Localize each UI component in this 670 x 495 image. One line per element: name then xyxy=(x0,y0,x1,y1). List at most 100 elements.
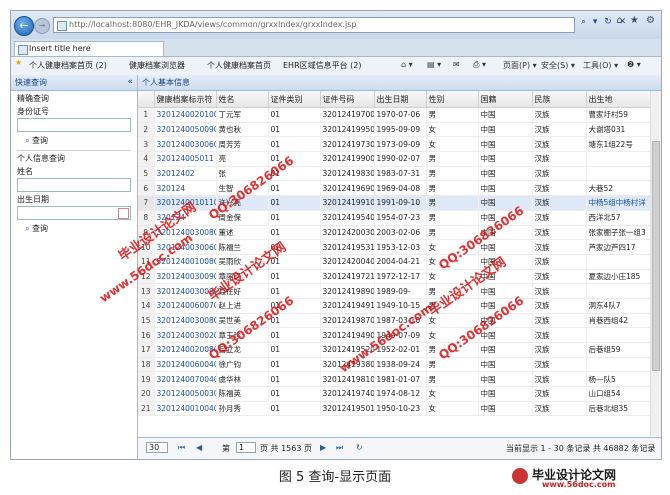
name-input[interactable] xyxy=(17,178,131,192)
table-cell: 3201241950102 xyxy=(320,401,375,417)
table-row[interactable]: 203201240050030171陈福英0132012419740811974… xyxy=(138,386,651,402)
page-size-select[interactable]: 30 xyxy=(146,442,168,453)
row-number: 14 xyxy=(138,298,155,314)
table-row[interactable]: 93201240030080247董述0132012420030202003-0… xyxy=(138,225,651,241)
table-row[interactable]: 113201240010080094吴雨欣0132012420040422004… xyxy=(138,254,651,270)
table-cell: 芦家边芦四17 xyxy=(586,239,651,255)
record-id-link[interactable]: 3201240030090265 xyxy=(154,269,217,285)
record-id-link[interactable]: 3201240060040118 xyxy=(154,357,217,373)
favorite-link[interactable]: 个人健康档案首页 (2) xyxy=(29,60,107,71)
column-header[interactable]: 证件号码 xyxy=(320,91,375,108)
favorite-link[interactable]: 个人健康档案首页 xyxy=(207,60,271,71)
record-id-link[interactable]: 3201240060070305 xyxy=(154,298,217,314)
menu-safety[interactable]: 安全(S) ▾ xyxy=(541,60,575,71)
table-row[interactable]: 4320124005011亮0132012419900201990-02-07男… xyxy=(138,151,651,167)
table-cell: 大巷52 xyxy=(586,180,651,197)
row-number: 18 xyxy=(138,357,155,373)
table-row[interactable]: 193201240070040181虞华林0132012419810101981… xyxy=(138,371,651,388)
record-id-link[interactable]: 3201240070040181 xyxy=(154,371,217,388)
record-id-link[interactable]: 3201240030060103 xyxy=(154,136,217,153)
quick-search-panel: 快速查询 « 精确查询 身份证号 ⌕ 查询 个人信息查询 姓名 出生日期 ⌕ 查… xyxy=(11,75,138,459)
record-id-link[interactable]: 3201240030020010 xyxy=(154,327,217,343)
home-icon[interactable]: ⌂ ▾ xyxy=(401,60,413,69)
table-row[interactable]: 23201240050090093黄也秋0132012419950901995-… xyxy=(138,122,651,138)
pagination-bar: 30 ⏮ ◀ 第 1 页 共 1563 页 ▶ ⏭ ↻ 当前显示 1 - 30 … xyxy=(138,437,661,459)
row-number: 2 xyxy=(138,122,155,138)
feeds-icon[interactable]: ▤ ▾ xyxy=(427,60,441,69)
page-total: 页 共 1563 页 xyxy=(260,444,312,453)
record-id-link[interactable]: 3201240050030171 xyxy=(154,386,217,402)
mail-icon[interactable]: ✉ xyxy=(453,60,460,69)
column-header[interactable]: 证件类别 xyxy=(268,91,321,108)
column-header[interactable]: 民族 xyxy=(532,91,587,108)
table-cell: 女 xyxy=(426,386,479,402)
column-header[interactable]: 出生日期 xyxy=(374,91,427,108)
table-cell: 女 xyxy=(426,401,479,417)
favorite-link[interactable]: EHR区域信息平台 (2) xyxy=(283,60,362,71)
table-cell: 大谢塔031 xyxy=(586,122,651,138)
column-header[interactable]: 健康档案标示符 xyxy=(154,91,217,108)
table-row[interactable]: 13201240020100371丁元军0132012419700701970-… xyxy=(138,107,651,123)
refresh-icon[interactable]: ↻ xyxy=(356,443,363,452)
row-number: 20 xyxy=(138,386,155,402)
table-cell: 3201241949101 xyxy=(320,298,375,314)
vertical-scrollbar[interactable] xyxy=(650,91,661,436)
table-cell: 汉族 xyxy=(532,401,587,417)
menu-page[interactable]: 页面(P) ▾ xyxy=(503,60,537,71)
table-row[interactable]: 33201240030060103周芳芳0132012419730901973-… xyxy=(138,136,651,153)
tab-insert-title[interactable]: Insert title here xyxy=(14,41,164,56)
favorite-link[interactable]: 健康档案浏览器 xyxy=(129,60,185,71)
table-row[interactable]: 103201240030060093陈福兰0132012419531201953… xyxy=(138,239,651,255)
table-cell: 中国 xyxy=(478,136,533,153)
help-icon[interactable]: ❷ ▾ xyxy=(627,60,641,69)
collapse-icon[interactable]: « xyxy=(127,75,133,90)
record-id-link[interactable]: 3201240020100371 xyxy=(154,107,217,123)
forward-button[interactable]: → xyxy=(34,18,50,34)
favorites-star-icon[interactable]: ★ xyxy=(15,58,22,67)
main-header: 个人基本信息 xyxy=(138,75,661,91)
record-id-link[interactable]: 32012402 xyxy=(154,166,217,182)
page-label: 第 xyxy=(222,444,230,453)
query-button[interactable]: ⌕ 查询 xyxy=(25,135,137,146)
table-cell: 中国 xyxy=(478,166,533,182)
table-cell: 1970-07-06 xyxy=(374,107,427,123)
birth-date-input[interactable] xyxy=(17,206,131,220)
table-cell: 01 xyxy=(268,327,321,343)
column-header[interactable]: 国籍 xyxy=(478,91,533,108)
column-header[interactable]: 出生地 xyxy=(586,91,651,108)
query-button-2[interactable]: ⌕ 查询 xyxy=(25,223,137,234)
table-row[interactable]: 213201240010040103孙月秀0132012419501021950… xyxy=(138,401,651,417)
table-cell: 01 xyxy=(268,122,321,138)
tab-bar: Insert title here xyxy=(11,39,661,57)
table-cell: 中国 xyxy=(478,195,533,211)
table-row[interactable]: 532012402张0132012419830731983-07-31男中国汉族 xyxy=(138,166,651,182)
calendar-icon[interactable] xyxy=(118,208,129,219)
scroll-thumb[interactable] xyxy=(652,141,660,371)
table-cell: 中国 xyxy=(478,180,533,197)
menu-tools[interactable]: 工具(O) ▾ xyxy=(583,60,618,71)
last-page-icon[interactable]: ⏭ xyxy=(336,443,343,453)
record-id-link[interactable]: 3201240050090093 xyxy=(154,122,217,138)
first-page-icon[interactable]: ⏮ xyxy=(178,443,185,453)
table-row[interactable]: 6320124生智0132012419690401969-04-08男中国汉族大… xyxy=(138,180,651,197)
url-input[interactable]: http://localhost:8080/EHR_JKDA/views/com… xyxy=(53,17,575,33)
record-id-link[interactable]: 320124005011 xyxy=(154,151,217,167)
page-number-input[interactable]: 1 xyxy=(236,442,256,453)
record-id-link[interactable]: 320124 xyxy=(154,180,217,197)
print-icon[interactable]: ⎙ ▾ xyxy=(473,60,486,70)
next-page-icon[interactable]: ▶ xyxy=(320,443,326,452)
table-cell: 01 xyxy=(268,195,321,211)
table-cell: 01 xyxy=(268,357,321,373)
column-header[interactable]: 姓名 xyxy=(216,91,269,108)
prev-page-icon[interactable]: ◀ xyxy=(196,443,202,452)
table-cell: 01 xyxy=(268,401,321,417)
record-id-link[interactable]: 3201240010040103 xyxy=(154,401,217,417)
column-header[interactable]: 性别 xyxy=(426,91,479,108)
table-cell: 3201242004042 xyxy=(320,254,375,270)
record-id-link[interactable]: 3201240030080349 xyxy=(154,313,217,329)
divider xyxy=(17,150,131,151)
toolbar-home-star-gear-icons[interactable]: ⌂ ★ ⚙ xyxy=(616,15,657,26)
back-button[interactable]: ← xyxy=(14,16,34,36)
table-cell: 夏家边小庄185 xyxy=(586,269,651,285)
id-number-input[interactable] xyxy=(17,118,131,132)
